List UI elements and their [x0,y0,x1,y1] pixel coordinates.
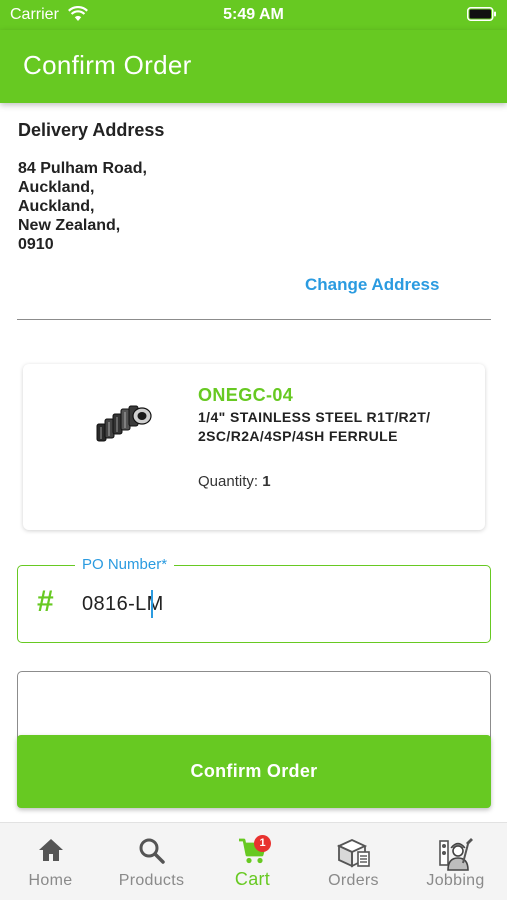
po-number-field[interactable]: PO Number* # [17,556,491,643]
nav-label-jobbing: Jobbing [426,872,485,889]
app-bar: Confirm Order [0,30,507,103]
product-code: ONEGC-04 [198,385,294,405]
nav-label-orders: Orders [328,872,379,889]
address-line: Auckland, [18,198,95,215]
product-quantity: Quantity: 1 [198,473,271,490]
confirm-order-screen: Carrier 5:49 AM Confirm Order Delivery A… [0,0,507,900]
bottom-navigation: Home Products 1 Cart Orders Jobbing [0,822,507,900]
address-line: New Zealand, [18,217,121,234]
nav-item-home[interactable]: Home [0,823,101,900]
quantity-value: 1 [262,473,271,490]
divider [17,319,491,320]
battery-icon [467,7,496,21]
po-number-input[interactable] [82,589,462,619]
ferrule-product-image [96,405,152,442]
address-line: Auckland, [18,179,95,196]
search-icon [139,838,165,864]
nav-label-home: Home [28,872,73,889]
page-title: Confirm Order [23,50,192,80]
delivery-address-heading: Delivery Address [18,120,165,140]
product-name: 1/4" STAINLESS STEEL R1T/R2T/ 2SC/R2A/4S… [198,409,431,444]
cart-count-badge: 1 [254,835,271,852]
status-time: 5:49 AM [223,6,284,23]
address-line: 0910 [18,236,54,253]
quantity-label: Quantity: [198,473,259,490]
po-number-label: PO Number* [75,556,175,573]
jobbing-worker-icon [438,838,473,871]
change-address-link[interactable]: Change Address [305,275,439,295]
nav-item-orders[interactable]: Orders [303,823,404,900]
confirm-order-button[interactable]: Confirm Order [17,735,491,808]
hash-icon: # [37,585,54,618]
nav-label-products: Products [118,872,185,889]
status-bar: Carrier 5:49 AM [0,0,507,30]
text-cursor [151,590,153,618]
nav-label-cart: Cart [234,869,271,889]
delivery-address: 84 Pulham Road, Auckland, Auckland, New … [18,159,147,254]
home-icon [38,839,63,861]
product-card: ONEGC-04 1/4" STAINLESS STEEL R1T/R2T/ 2… [23,364,485,530]
nav-item-jobbing[interactable]: Jobbing [404,823,507,900]
address-line: 84 Pulham Road, [18,160,147,177]
orders-box-icon [336,839,370,868]
nav-item-cart[interactable]: 1 Cart [202,823,303,900]
nav-item-products[interactable]: Products [101,823,202,900]
